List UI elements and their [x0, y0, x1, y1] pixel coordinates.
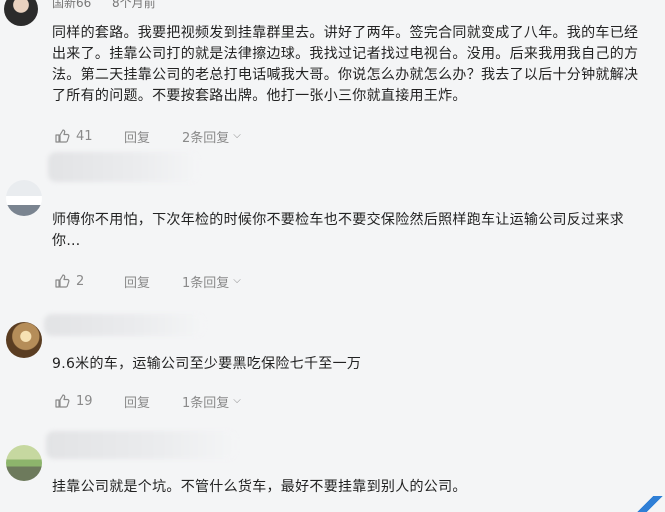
like-count: 2: [76, 273, 85, 289]
watermark-logo: [635, 496, 665, 512]
username-blurred: [48, 152, 198, 182]
comment-4: 挂靠公司就是个坑。不管什么货车，最好不要挂靠到别人的公司。: [0, 425, 665, 512]
like-button[interactable]: 2: [54, 273, 124, 289]
comment-1: 国新66 8个月前 同样的套路。我要把视频发到挂靠群里去。讲好了两年。签完合同就…: [0, 0, 665, 150]
avatar[interactable]: [4, 0, 38, 26]
comment-actions: 41 回复 2条回复 ⌵: [54, 127, 241, 146]
comment-text: 师傅你不用怕，下次年检的时候你不要检车也不要交保险然后照样跑车让运输公司反过来求…: [52, 212, 624, 249]
thumbs-up-icon: [55, 274, 70, 288]
reply-button[interactable]: 回复: [124, 392, 182, 411]
like-count: 41: [76, 128, 93, 144]
username-blurred: [46, 431, 236, 459]
like-button[interactable]: 19: [54, 393, 124, 409]
comment-text: 同样的套路。我要把视频发到挂靠群里去。讲好了两年。签完合同就变成了八年。我的车已…: [52, 25, 639, 104]
comment-3: 9.6米的车，运输公司至少要黑吃保险七千至一万 19 回复 1条回复 ⌵: [0, 300, 665, 425]
username-blurred: [44, 314, 204, 336]
expand-replies-button[interactable]: 1条回复 ⌵: [182, 392, 241, 411]
comment-2: 师傅你不用怕，下次年检的时候你不要检车也不要交保险然后照样跑车让运输公司反过来求…: [0, 150, 665, 295]
chevron-down-icon: ⌵: [233, 129, 241, 141]
reply-button[interactable]: 回复: [124, 127, 182, 146]
comment-text: 挂靠公司就是个坑。不管什么货车，最好不要挂靠到别人的公司。: [52, 479, 467, 495]
reply-count: 1条回复: [182, 275, 230, 291]
comment-text: 9.6米的车，运输公司至少要黑吃保险七千至一万: [52, 356, 362, 372]
username[interactable]: 国新66: [52, 0, 91, 11]
thumbs-up-icon: [55, 129, 70, 143]
comment-actions: 2 回复 1条回复 ⌵: [54, 272, 241, 291]
reply-count: 1条回复: [182, 395, 230, 411]
thumbs-up-icon: [55, 394, 70, 408]
reply-button[interactable]: 回复: [124, 272, 182, 291]
reply-count: 2条回复: [182, 130, 230, 146]
avatar[interactable]: [6, 445, 42, 481]
chevron-down-icon: ⌵: [233, 394, 241, 406]
comment-time: 8个月前: [112, 0, 156, 10]
like-count: 19: [76, 393, 93, 409]
avatar[interactable]: [6, 322, 42, 358]
avatar[interactable]: [6, 180, 42, 216]
expand-replies-button[interactable]: 1条回复 ⌵: [182, 272, 241, 291]
expand-replies-button[interactable]: 2条回复 ⌵: [182, 127, 241, 146]
comment-actions: 19 回复 1条回复 ⌵: [54, 392, 241, 411]
like-button[interactable]: 41: [54, 128, 124, 144]
chevron-down-icon: ⌵: [233, 274, 241, 286]
